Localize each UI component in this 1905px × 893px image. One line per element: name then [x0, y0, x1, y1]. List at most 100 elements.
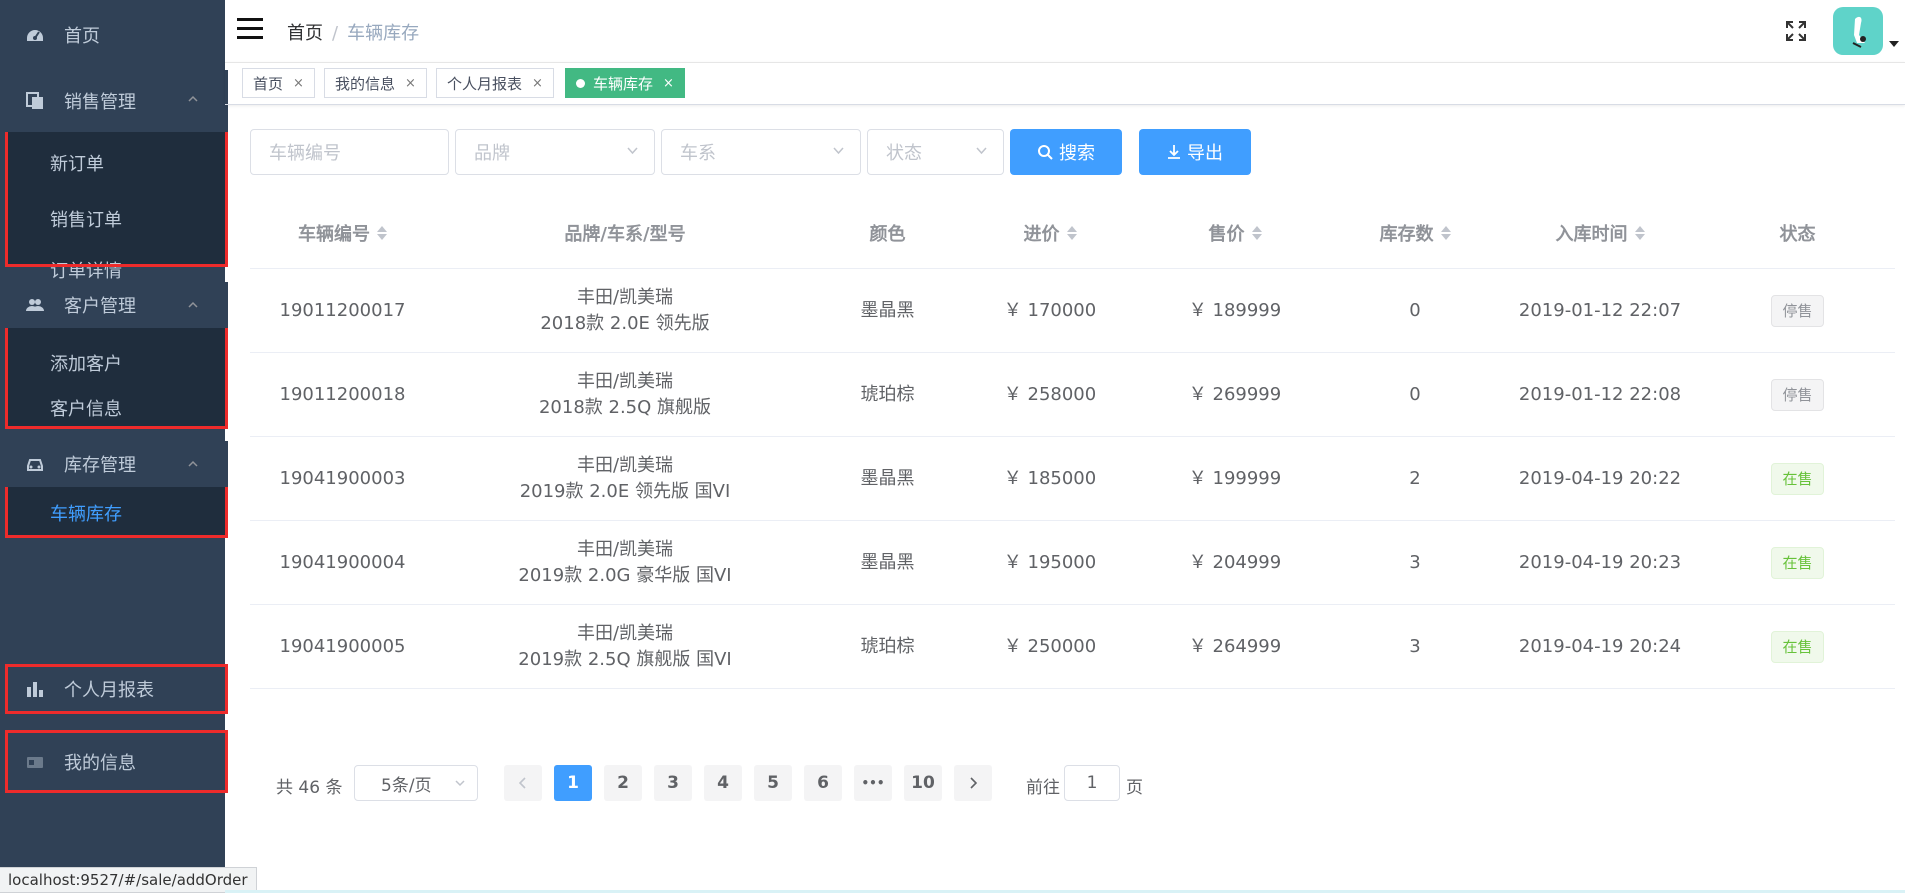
breadcrumb-current: 车辆库存	[347, 23, 420, 44]
active-dot-icon	[576, 78, 585, 88]
column-header-cost[interactable]: 进价	[960, 198, 1140, 268]
breadcrumb-home[interactable]: 首页	[287, 23, 323, 44]
cell-price: ￥ 189999	[1188, 299, 1282, 321]
table-row[interactable]: 19041900005 丰田/凯美瑞 2019款 2.5Q 旗舰版 国VI 琥珀棕…	[250, 605, 1895, 689]
sidebar-item-label: 首页	[64, 26, 100, 47]
page-number[interactable]: 5	[754, 765, 792, 801]
cell-stock: 3	[1409, 635, 1421, 657]
sidebar-item-label: 个人月报表	[64, 680, 154, 701]
cell-vehicle-no: 19011200017	[279, 299, 406, 321]
navbar: 首页 / 车辆库存	[225, 0, 1905, 63]
page-number[interactable]: 2	[604, 765, 642, 801]
user-avatar[interactable]	[1833, 7, 1883, 55]
page-number[interactable]: 6	[804, 765, 842, 801]
sort-icon[interactable]	[1066, 226, 1077, 240]
button-label: 导出	[1187, 143, 1223, 164]
column-header-stock[interactable]: 库存数	[1330, 198, 1500, 268]
brand-select[interactable]: 品牌	[455, 129, 655, 175]
vehicle-no-input[interactable]: 车辆编号	[250, 129, 449, 175]
documents-icon	[26, 92, 44, 110]
cell-in-time: 2019-04-19 20:23	[1518, 551, 1682, 573]
close-icon[interactable]: ×	[405, 76, 416, 91]
table-row[interactable]: 19041900003 丰田/凯美瑞 2019款 2.0E 领先版 国VI 墨晶黑…	[250, 437, 1895, 521]
page-number[interactable]: 10	[904, 765, 942, 801]
table-row[interactable]: 19011200017 丰田/凯美瑞 2018款 2.0E 领先版 墨晶黑 ￥ 1…	[250, 269, 1895, 353]
cell-status: 在售	[1700, 605, 1895, 688]
cell-stock: 2	[1409, 467, 1421, 489]
column-header-price[interactable]: 售价	[1140, 198, 1330, 268]
next-page-button[interactable]	[954, 765, 992, 801]
cell-stock: 0	[1409, 299, 1421, 321]
tags-view: 首页 × 我的信息 × 个人月报表 × 车辆库存 ×	[225, 62, 1905, 105]
cell-brand: 丰田/凯美瑞 2018款 2.5Q 旗舰版	[538, 370, 712, 418]
cell-color: 墨晶黑	[860, 551, 915, 573]
prev-page-button[interactable]	[504, 765, 542, 801]
status-badge: 在售	[1771, 462, 1824, 495]
column-header-vehicle-no[interactable]: 车辆编号	[250, 198, 435, 268]
chevron-down-icon	[455, 780, 465, 787]
search-button[interactable]: 搜索	[1010, 129, 1122, 175]
table-row[interactable]: 19011200018 丰田/凯美瑞 2018款 2.5Q 旗舰版 琥珀棕 ￥ 2…	[250, 353, 1895, 437]
page-number[interactable]: 1	[554, 765, 592, 801]
export-button[interactable]: 导出	[1139, 129, 1251, 175]
submenu-label: 客户管理	[64, 296, 136, 317]
submenu-title-sales[interactable]: 销售管理	[5, 70, 228, 132]
cell-cost: ￥ 185000	[1003, 467, 1097, 489]
sidebar-item-monthly-report[interactable]: 个人月报表	[5, 664, 228, 714]
breadcrumb: 首页 / 车辆库存	[287, 23, 420, 44]
page-number[interactable]: 3	[654, 765, 692, 801]
fullscreen-icon[interactable]	[1785, 20, 1807, 42]
more-pages-button[interactable]: •••	[854, 765, 892, 801]
menu-group-sales: 销售管理 新订单 销售订单 订单详情	[5, 70, 228, 282]
cell-cost: ￥ 250000	[1003, 635, 1097, 657]
input-placeholder: 车辆编号	[269, 143, 341, 164]
chevron-down-icon	[833, 147, 844, 155]
hamburger-icon[interactable]	[237, 18, 263, 42]
cell-in-time: 2019-01-12 22:08	[1518, 383, 1682, 405]
tag-label: 我的信息	[335, 74, 396, 93]
column-header-brand: 品牌/车系/型号	[564, 224, 686, 245]
menu-group-customers: 客户管理 添加客户 客户信息	[5, 282, 228, 429]
submenu-label: 销售管理	[64, 92, 136, 113]
page-number[interactable]: 4	[704, 765, 742, 801]
page-size-select[interactable]: 5条/页	[354, 765, 478, 801]
sidebar-item-sales-orders[interactable]: 销售订单	[5, 194, 228, 244]
cell-brand: 丰田/凯美瑞 2019款 2.0G 豪华版 国VI	[518, 538, 732, 586]
cell-in-time: 2019-04-19 20:22	[1518, 467, 1682, 489]
tag-monthly-report[interactable]: 个人月报表 ×	[436, 68, 554, 98]
cell-color: 琥珀棕	[860, 383, 915, 405]
browser-status-url: localhost:9527/#/sale/addOrder	[0, 867, 257, 893]
sort-icon[interactable]	[1251, 226, 1262, 240]
cell-price: ￥ 269999	[1188, 383, 1282, 405]
column-header-in-time[interactable]: 入库时间	[1500, 198, 1700, 268]
sidebar-item-vehicle-inventory[interactable]: 车辆库存	[5, 487, 228, 538]
table-row[interactable]: 19041900004 丰田/凯美瑞 2019款 2.0G 豪华版 国VI 墨晶黑…	[250, 521, 1895, 605]
status-badge: 停售	[1771, 294, 1824, 327]
cell-vehicle-no: 19041900005	[279, 635, 406, 657]
sidebar-item-customer-info[interactable]: 客户信息	[5, 386, 228, 429]
cell-vehicle-no: 19041900004	[279, 551, 406, 573]
close-icon[interactable]: ×	[293, 76, 304, 91]
sidebar-item-add-customer[interactable]: 添加客户	[5, 328, 228, 386]
sidebar-item-home[interactable]: 首页	[0, 0, 225, 70]
close-icon[interactable]: ×	[663, 76, 674, 91]
cell-cost: ￥ 170000	[1003, 299, 1097, 321]
sort-icon[interactable]	[377, 226, 387, 240]
caret-down-icon[interactable]	[1889, 41, 1899, 47]
submenu-title-customers[interactable]: 客户管理	[5, 282, 228, 328]
sort-icon[interactable]	[1634, 226, 1645, 240]
inventory-table: 车辆编号 品牌/车系/型号 颜色 进价 售价 库存数 入库时间 状态 19011…	[250, 198, 1895, 689]
close-icon[interactable]: ×	[532, 76, 543, 91]
series-select[interactable]: 车系	[661, 129, 861, 175]
column-header-status: 状态	[1779, 224, 1816, 245]
tag-vehicle-inventory[interactable]: 车辆库存 ×	[565, 68, 685, 98]
submenu-title-inventory[interactable]: 库存管理	[5, 441, 228, 487]
bar-chart-icon	[26, 680, 44, 698]
tag-home[interactable]: 首页 ×	[242, 68, 315, 98]
tag-my-info[interactable]: 我的信息 ×	[324, 68, 427, 98]
sort-icon[interactable]	[1440, 226, 1451, 240]
search-icon	[1038, 145, 1053, 160]
goto-page-input[interactable]: 1	[1064, 765, 1120, 801]
status-select[interactable]: 状态	[867, 129, 1004, 175]
sidebar-item-new-order[interactable]: 新订单	[5, 132, 228, 194]
